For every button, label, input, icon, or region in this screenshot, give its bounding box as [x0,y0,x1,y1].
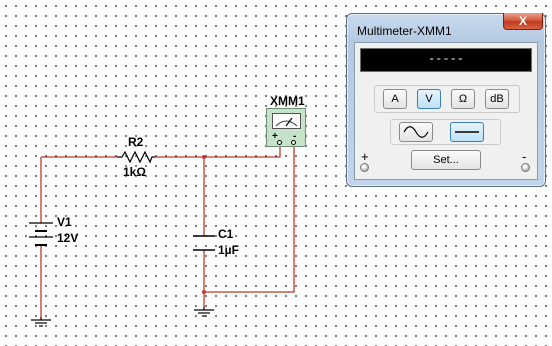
resistor-r2-value: 1kΩ [123,165,146,179]
set-button[interactable]: Set... [411,150,481,170]
mode-button-amps[interactable]: A [383,89,407,109]
meter-face-icon [272,113,301,129]
dc-line-icon [455,131,479,133]
wire-top-right[interactable] [155,147,281,158]
multimeter-window[interactable]: Multimeter-XMM1 X ----- A V Ω dB + - Set… [346,13,546,187]
mode-button-group: A V Ω dB [374,85,520,113]
meter-plus-terminal-icon[interactable] [277,140,282,145]
signal-button-group [390,119,501,145]
multimeter-xmm1-ref: XMM1 [270,94,305,108]
capacitor-c1-ref: C1 [218,227,234,241]
ac-button[interactable] [399,122,433,142]
meter-readout-display: ----- [360,48,532,72]
wire-meter-minus[interactable] [204,147,295,293]
capacitor-c1-symbol[interactable] [193,235,215,251]
multimeter-xmm1-symbol[interactable]: + - [266,108,306,147]
battery-v1-symbol[interactable] [29,222,53,246]
resistor-r2-ref: R2 [128,135,144,149]
mode-button-db[interactable]: dB [485,89,509,109]
mode-button-ohms[interactable]: Ω [451,89,475,109]
ground-symbol-v1[interactable] [31,317,51,327]
sine-wave-icon [403,126,429,138]
junction-dot [202,290,206,294]
multimeter-panel: ----- A V Ω dB + - Set... [354,42,538,180]
minus-terminal-icon[interactable] [521,163,530,172]
ground-symbol-c1[interactable] [194,307,214,317]
source-v1-value: 12V [57,231,79,245]
plus-terminal-label: + [361,149,369,164]
junction-dot [202,155,206,159]
capacitor-c1-value: 1µF [218,243,239,257]
dc-button[interactable] [450,122,484,142]
mode-button-volts[interactable]: V [417,89,441,109]
close-button[interactable]: X [503,13,543,30]
window-title: Multimeter-XMM1 [357,24,452,38]
source-v1-ref: V1 [57,215,72,229]
minus-terminal-label: - [522,149,527,164]
meter-minus-terminal-icon[interactable] [291,140,296,145]
plus-terminal-icon[interactable] [360,163,369,172]
resistor-r2-symbol[interactable] [117,150,155,164]
